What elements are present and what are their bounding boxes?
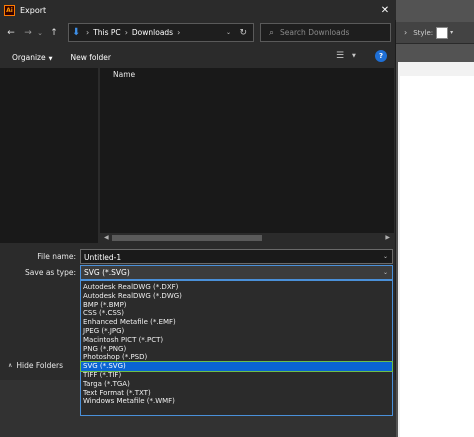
- caret-down-icon: ▼: [48, 55, 53, 62]
- file-type-option[interactable]: Autodesk RealDWG (*.DWG): [81, 292, 392, 301]
- search-input[interactable]: [280, 25, 381, 40]
- chevron-right-icon[interactable]: ›: [404, 28, 407, 37]
- up-arrow-icon[interactable]: ↑: [47, 28, 61, 38]
- chevron-right-icon[interactable]: ›: [177, 28, 180, 37]
- hide-folders-button[interactable]: ∧ Hide Folders: [8, 361, 63, 370]
- search-icon: ⌕: [269, 27, 275, 38]
- forward-arrow-icon[interactable]: →: [21, 28, 35, 38]
- hide-folders-label: Hide Folders: [16, 361, 63, 370]
- scroll-right-icon[interactable]: ▶: [385, 233, 390, 243]
- file-list-pane[interactable]: Name ◀ ▶: [100, 68, 394, 243]
- view-options-icon[interactable]: ☰: [336, 51, 344, 61]
- dialog-titlebar: Ai Export ✕: [0, 0, 396, 20]
- scroll-left-icon[interactable]: ◀: [104, 233, 109, 243]
- file-type-option[interactable]: JPEG (*.JPG): [81, 327, 392, 336]
- chevron-right-icon[interactable]: ›: [125, 28, 128, 37]
- command-bar: Organize ▼ New folder ☰ ▼ ?: [0, 46, 396, 68]
- downloads-icon: ⬇: [72, 27, 81, 38]
- file-type-option[interactable]: PNG (*.PNG): [81, 345, 392, 354]
- file-type-option[interactable]: TIFF (*.TIF): [81, 371, 392, 380]
- save-as-type-label: Save as type:: [25, 268, 76, 277]
- dialog-title: Export: [20, 5, 47, 15]
- organize-button[interactable]: Organize ▼: [12, 53, 52, 62]
- refresh-icon[interactable]: ↻: [239, 28, 247, 38]
- save-as-type-value: SVG (*.SVG): [84, 268, 130, 277]
- file-name-combobox[interactable]: ⌄: [80, 249, 393, 264]
- style-label: Style:: [413, 28, 434, 37]
- file-type-dropdown-list[interactable]: Autodesk RealDWG (*.DXF) Autodesk RealDWG…: [80, 280, 393, 416]
- chevron-down-icon[interactable]: ⌄: [383, 253, 388, 260]
- file-name-input[interactable]: [84, 251, 374, 263]
- view-dropdown-icon[interactable]: ▼: [352, 53, 356, 59]
- address-bar[interactable]: ⬇ › This PC › Downloads › ⌄ ↻: [68, 23, 254, 42]
- illustrator-control-bar: › Style: ▾: [396, 22, 474, 44]
- style-dropdown-icon[interactable]: ▾: [450, 29, 453, 36]
- file-type-option[interactable]: Autodesk RealDWG (*.DXF): [81, 283, 392, 292]
- file-type-option[interactable]: Windows Metafile (*.WMF): [81, 397, 392, 406]
- column-header-name[interactable]: Name: [113, 70, 135, 79]
- chevron-down-icon[interactable]: ⌄: [226, 29, 231, 36]
- file-type-option[interactable]: BMP (*.BMP): [81, 301, 392, 310]
- artboard: [400, 76, 474, 437]
- search-box[interactable]: ⌕: [260, 23, 391, 42]
- save-as-type-select[interactable]: SVG (*.SVG) ⌄: [80, 265, 393, 280]
- file-type-option[interactable]: Macintosh PICT (*.PCT): [81, 336, 392, 345]
- organize-label: Organize: [12, 52, 46, 62]
- help-icon[interactable]: ?: [375, 50, 387, 62]
- file-type-option[interactable]: Text Format (*.TXT): [81, 389, 392, 398]
- recent-locations-icon[interactable]: ⌄: [35, 29, 45, 37]
- chevron-right-icon[interactable]: ›: [86, 28, 89, 37]
- breadcrumb-downloads[interactable]: Downloads: [132, 28, 173, 37]
- illustrator-logo-icon: Ai: [4, 4, 15, 16]
- file-type-option[interactable]: Enhanced Metafile (*.EMF): [81, 318, 392, 327]
- file-name-label: File name:: [37, 252, 76, 261]
- new-folder-button[interactable]: New folder: [70, 53, 111, 62]
- breadcrumb-this-pc[interactable]: This PC: [93, 28, 120, 37]
- horizontal-scrollbar[interactable]: ◀ ▶: [100, 233, 394, 243]
- file-type-option[interactable]: Targa (*.TGA): [81, 380, 392, 389]
- chevron-down-icon[interactable]: ⌄: [383, 269, 388, 276]
- back-arrow-icon[interactable]: ←: [4, 28, 18, 38]
- close-button[interactable]: ✕: [374, 0, 396, 20]
- scrollbar-thumb[interactable]: [112, 235, 262, 241]
- chevron-up-icon: ∧: [8, 362, 13, 369]
- navigation-bar: ← → ⌄ ↑ ⬇ › This PC › Downloads › ⌄ ↻ ⌕: [0, 22, 396, 44]
- file-type-option[interactable]: SVG (*.SVG): [80, 361, 393, 372]
- file-type-option[interactable]: CSS (*.CSS): [81, 309, 392, 318]
- navigation-pane[interactable]: [0, 68, 98, 243]
- file-type-option[interactable]: Photoshop (*.PSD): [81, 353, 392, 362]
- style-swatch[interactable]: [436, 26, 449, 39]
